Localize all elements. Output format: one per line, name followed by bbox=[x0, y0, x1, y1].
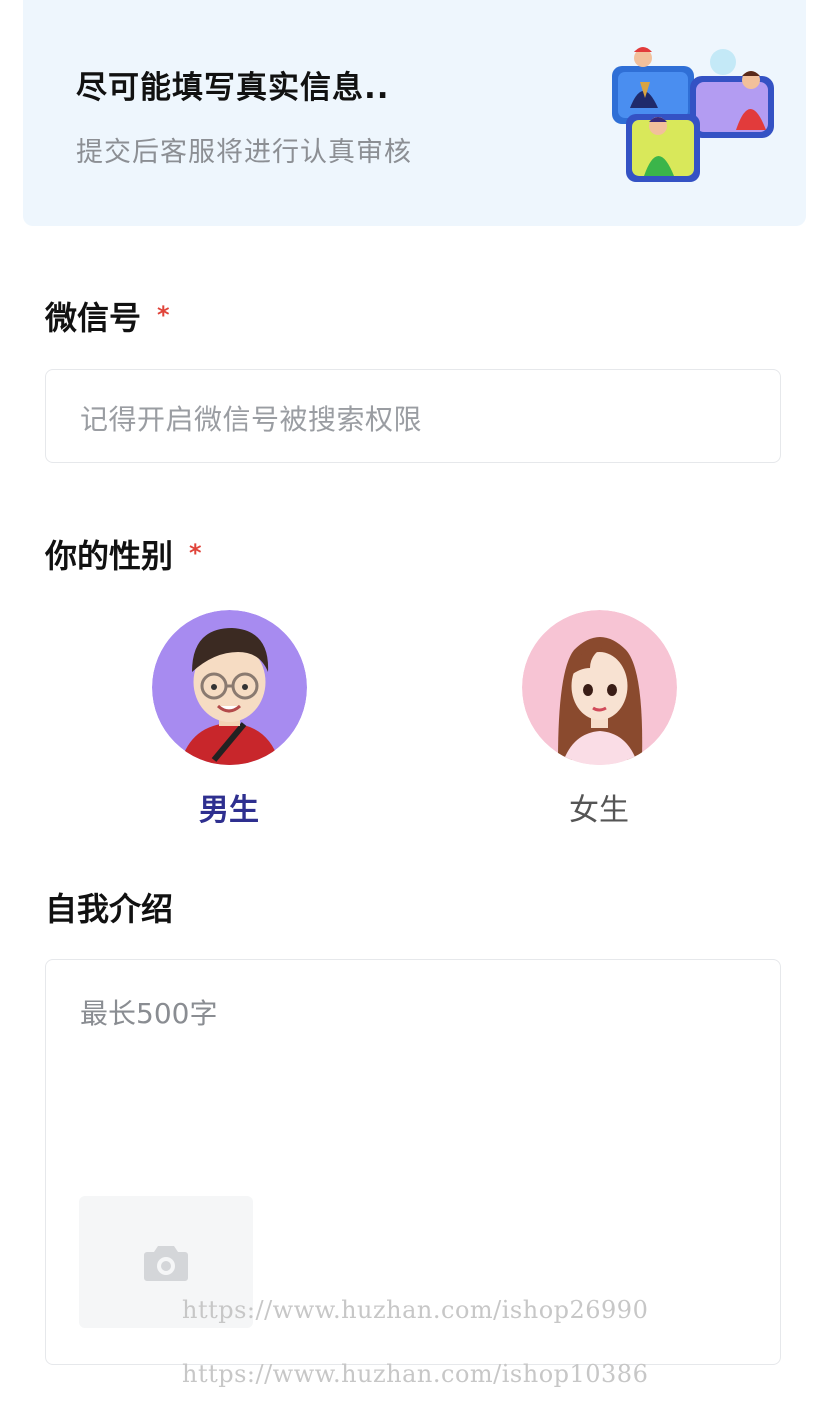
gender-label: 你的性别 * bbox=[45, 531, 202, 577]
gender-label-male: 男生 bbox=[199, 793, 259, 828]
wechat-placeholder: 记得开启微信号被搜索权限 bbox=[80, 403, 423, 436]
intro-placeholder: 最长500字 bbox=[80, 997, 218, 1030]
required-mark: * bbox=[189, 539, 202, 567]
gender-option-male[interactable]: 男生 bbox=[149, 610, 309, 829]
intro-label: 自我介绍 bbox=[45, 890, 174, 928]
watermark-text: https://www.huzhan.com/ishop10386 bbox=[182, 1360, 649, 1388]
watermark-text: https://www.huzhan.com/ishop26990 bbox=[182, 1296, 649, 1324]
required-mark: * bbox=[157, 301, 170, 329]
wechat-label-text: 微信号 bbox=[45, 299, 142, 337]
wechat-label: 微信号 * bbox=[45, 293, 170, 339]
gender-label-female: 女生 bbox=[569, 793, 629, 828]
camera-icon bbox=[144, 1246, 188, 1281]
gender-option-female[interactable]: 女生 bbox=[519, 610, 679, 829]
female-avatar bbox=[521, 610, 677, 765]
banner-title: 尽可能填写真实信息.. bbox=[76, 70, 390, 106]
info-banner: 尽可能填写真实信息.. 提交后客服将进行认真审核 bbox=[23, 0, 806, 226]
wechat-input[interactable]: 记得开启微信号被搜索权限 bbox=[45, 369, 781, 463]
banner-subtitle: 提交后客服将进行认真审核 bbox=[76, 137, 412, 168]
people-chatting-illustration bbox=[612, 47, 774, 182]
male-avatar bbox=[151, 610, 307, 765]
gender-label-text: 你的性别 bbox=[45, 537, 174, 575]
